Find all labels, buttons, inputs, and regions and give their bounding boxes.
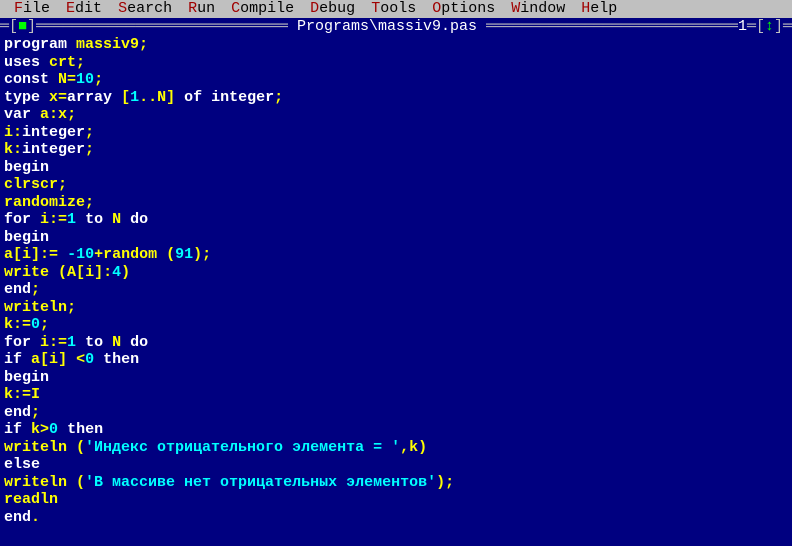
code-line[interactable]: begin [4, 229, 792, 247]
code-line[interactable]: readln [4, 491, 792, 509]
window-number: 1 [738, 18, 747, 36]
code-line[interactable]: for i:=1 to N do [4, 211, 792, 229]
menu-file[interactable]: File [6, 0, 58, 18]
code-editor[interactable]: program massiv9;uses crt;const N=10;type… [0, 36, 792, 526]
menu-help[interactable]: Help [573, 0, 625, 18]
code-line[interactable]: writeln; [4, 299, 792, 317]
code-line[interactable]: k:=I [4, 386, 792, 404]
frame-line: ════════════════════════════════════════… [486, 18, 738, 36]
frame-line: ════════════════════════════════════════… [36, 18, 288, 36]
code-line[interactable]: if a[i] <0 then [4, 351, 792, 369]
code-line[interactable]: randomize; [4, 194, 792, 212]
code-line[interactable]: end. [4, 509, 792, 527]
code-line[interactable]: clrscr; [4, 176, 792, 194]
code-line[interactable]: program massiv9; [4, 36, 792, 54]
menu-bar: FileEditSearchRunCompileDebugToolsOption… [0, 0, 792, 18]
menu-search[interactable]: Search [110, 0, 180, 18]
window-title-bar: ═[■] ═══════════════════════════════════… [0, 18, 792, 36]
close-icon[interactable]: ■ [18, 18, 27, 36]
menu-run[interactable]: Run [180, 0, 223, 18]
menu-debug[interactable]: Debug [302, 0, 363, 18]
code-line[interactable]: end; [4, 404, 792, 422]
menu-edit[interactable]: Edit [58, 0, 110, 18]
code-line[interactable]: k:=0; [4, 316, 792, 334]
code-line[interactable]: begin [4, 159, 792, 177]
window-title: Programs\massiv9.pas [288, 18, 486, 36]
code-line[interactable]: begin [4, 369, 792, 387]
code-line[interactable]: write (A[i]:4) [4, 264, 792, 282]
code-line[interactable]: type x=array [1..N] of integer; [4, 89, 792, 107]
code-line[interactable]: const N=10; [4, 71, 792, 89]
menu-tools[interactable]: Tools [363, 0, 424, 18]
code-line[interactable]: for i:=1 to N do [4, 334, 792, 352]
code-line[interactable]: var a:x; [4, 106, 792, 124]
code-line[interactable]: if k>0 then [4, 421, 792, 439]
code-line[interactable]: else [4, 456, 792, 474]
code-line[interactable]: writeln ('В массиве нет отрицательных эл… [4, 474, 792, 492]
code-line[interactable]: end; [4, 281, 792, 299]
menu-options[interactable]: Options [424, 0, 503, 18]
code-line[interactable]: i:integer; [4, 124, 792, 142]
menu-window[interactable]: Window [503, 0, 573, 18]
code-line[interactable]: a[i]:= -10+random (91); [4, 246, 792, 264]
menu-compile[interactable]: Compile [223, 0, 302, 18]
code-line[interactable]: writeln ('Индекс отрицательного элемента… [4, 439, 792, 457]
code-line[interactable]: k:integer; [4, 141, 792, 159]
zoom-icon[interactable]: ↕ [765, 18, 774, 36]
code-line[interactable]: uses crt; [4, 54, 792, 72]
